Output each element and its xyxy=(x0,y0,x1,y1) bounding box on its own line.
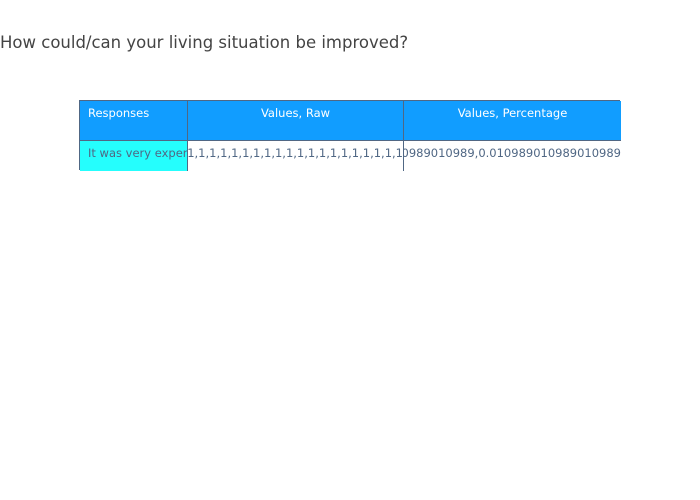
column-header-values-percentage: Values, Percentage xyxy=(404,101,621,141)
cell-values-percentage-text: 0.010989010989010989,0.01098901098901098… xyxy=(404,146,621,160)
cell-values-raw-text: 1,1,1,1,1,1,1,1,1,1,1,1,1,1,1,1,1,1,1,1,… xyxy=(188,146,403,160)
column-header-responses: Responses xyxy=(80,101,188,141)
chart-title: How could/can your living situation be i… xyxy=(0,33,409,52)
column-header-values-raw: Values, Raw xyxy=(188,101,404,141)
cell-values-raw: 1,1,1,1,1,1,1,1,1,1,1,1,1,1,1,1,1,1,1,1,… xyxy=(188,141,404,171)
cell-response: It was very expensive xyxy=(80,141,188,171)
cell-values-percentage: 0.010989010989010989,0.01098901098901098… xyxy=(404,141,621,171)
data-table: Responses Values, Raw Values, Percentage… xyxy=(79,100,621,171)
